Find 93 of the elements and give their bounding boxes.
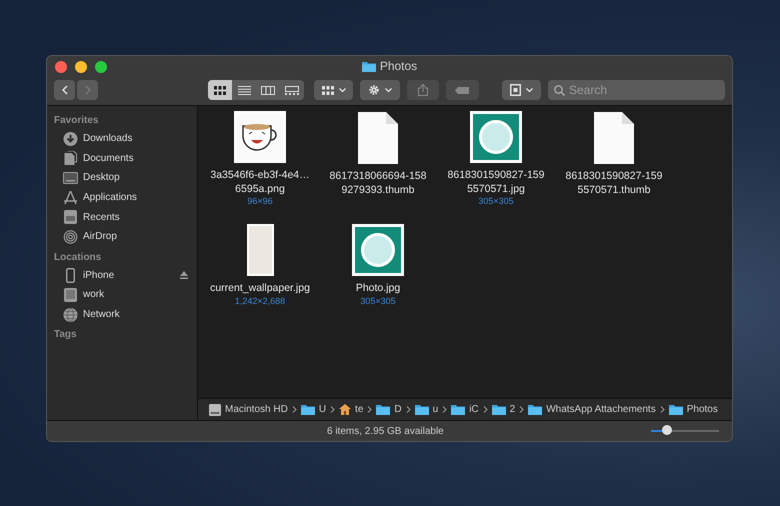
- sidebar-item[interactable]: Documents: [54, 148, 188, 168]
- sidebar-heading: Locations: [54, 252, 102, 263]
- download-icon: [63, 132, 78, 146]
- caret-icon: [338, 88, 346, 92]
- sidebar-item[interactable]: Applications: [54, 188, 188, 208]
- minimize-button[interactable]: [75, 61, 87, 73]
- file-name[interactable]: 8618301590827-1595570571.thumb: [564, 170, 664, 197]
- sidebar-item[interactable]: work: [54, 285, 188, 305]
- columns-icon: [261, 86, 276, 94]
- sidebar-item[interactable]: iPhone: [54, 266, 188, 286]
- file-name[interactable]: Photo.jpg: [328, 282, 428, 296]
- folder-icon: [300, 404, 315, 415]
- file-name[interactable]: 3a3546f6-eb3f-4e4…6595a.png: [210, 169, 310, 196]
- path-item[interactable]: te: [339, 404, 364, 415]
- folder-icon: [451, 404, 466, 415]
- tag-icon: [455, 86, 470, 94]
- grid-icon: [214, 86, 226, 94]
- box-icon: [510, 84, 521, 96]
- view-mode-button[interactable]: [208, 80, 232, 100]
- image-dimensions: 96×96: [247, 196, 273, 207]
- image-dimensions: 1,242×2,688: [234, 296, 286, 306]
- chevron-icon: [519, 406, 524, 413]
- gallery-icon: [284, 86, 299, 94]
- settings-button[interactable]: [360, 80, 400, 100]
- airdrop-icon: [63, 230, 78, 244]
- folder-icon: [528, 404, 542, 415]
- folder-icon: [492, 404, 506, 415]
- chevron-icon: [330, 406, 336, 413]
- image-dimensions: 305×305: [478, 196, 514, 207]
- document-icon: [358, 112, 398, 164]
- share-button[interactable]: [406, 80, 440, 100]
- list-icon: [238, 86, 251, 94]
- back-button[interactable]: [54, 80, 76, 100]
- house-icon: [339, 404, 352, 415]
- file-name[interactable]: current_wallpaper.jpg: [210, 282, 310, 296]
- chevron-icon: [292, 406, 297, 413]
- search-field[interactable]: Search: [548, 80, 725, 100]
- file-name[interactable]: 8617318066694-1589279393.thumb: [328, 170, 428, 197]
- settings-icon: [368, 84, 380, 96]
- applications-icon: [63, 190, 78, 205]
- path-item[interactable]: Photos: [668, 404, 718, 415]
- path-item[interactable]: U: [300, 404, 326, 415]
- sidebar-item[interactable]: Desktop: [54, 168, 188, 188]
- grid-icon: [322, 86, 334, 94]
- folder-icon: [414, 404, 429, 415]
- slider-thumb[interactable]: [662, 425, 672, 435]
- folder-icon: [376, 404, 390, 415]
- image-dimensions: 305×305: [360, 296, 396, 306]
- image-thumbnail: [234, 111, 286, 163]
- sidebar-item[interactable]: Downloads: [54, 129, 188, 149]
- path-item[interactable]: Macintosh HD: [209, 404, 288, 416]
- sidebar-item[interactable]: Network: [54, 304, 188, 324]
- image-thumbnail: [246, 224, 274, 276]
- chevron-icon: [442, 406, 448, 413]
- chevron-left-icon: [62, 85, 68, 95]
- document-icon: [594, 112, 634, 164]
- window-title: Photos: [380, 59, 418, 73]
- chevron-icon: [406, 406, 411, 413]
- caret-icon: [384, 88, 392, 92]
- chevron-right-icon: [84, 85, 91, 95]
- search-icon: [554, 85, 565, 96]
- path-item[interactable]: iC: [451, 404, 479, 415]
- hard-drive-icon: [63, 288, 78, 302]
- chevron-icon: [367, 406, 372, 413]
- chevron-icon: [482, 406, 488, 413]
- tag-button[interactable]: [446, 80, 479, 100]
- caret-icon: [526, 88, 533, 92]
- path-item[interactable]: 2: [492, 404, 516, 415]
- folder-icon: [362, 60, 376, 72]
- close-button[interactable]: [55, 61, 67, 73]
- photo-placeholder: [470, 111, 522, 163]
- recents-icon: [63, 210, 78, 224]
- sidebar-heading: Tags: [54, 329, 78, 340]
- sidebar-heading: Favorites: [54, 115, 100, 126]
- group-button[interactable]: [314, 80, 354, 100]
- phone-icon: [63, 268, 78, 283]
- status-text: 6 items, 2.95 GB available: [327, 426, 444, 436]
- share-icon: [418, 84, 428, 96]
- sidebar-item[interactable]: Recents: [54, 207, 188, 227]
- hard-drive-icon: [209, 404, 221, 416]
- path-item[interactable]: D: [376, 404, 402, 415]
- desktop-icon: [63, 172, 78, 184]
- chevron-icon: [660, 406, 665, 413]
- globe-icon: [63, 308, 78, 322]
- zoom-button[interactable]: [95, 61, 107, 73]
- document-icon: [63, 151, 78, 166]
- sidebar-item[interactable]: AirDrop: [54, 226, 188, 247]
- path-item[interactable]: WhatsApp Attachements: [528, 404, 656, 415]
- path-item[interactable]: u: [414, 404, 438, 415]
- eject-icon[interactable]: [180, 271, 188, 280]
- folder-icon: [668, 404, 683, 415]
- file-name[interactable]: 8618301590827-1595570571.jpg: [446, 169, 546, 196]
- photo-placeholder: [352, 224, 404, 276]
